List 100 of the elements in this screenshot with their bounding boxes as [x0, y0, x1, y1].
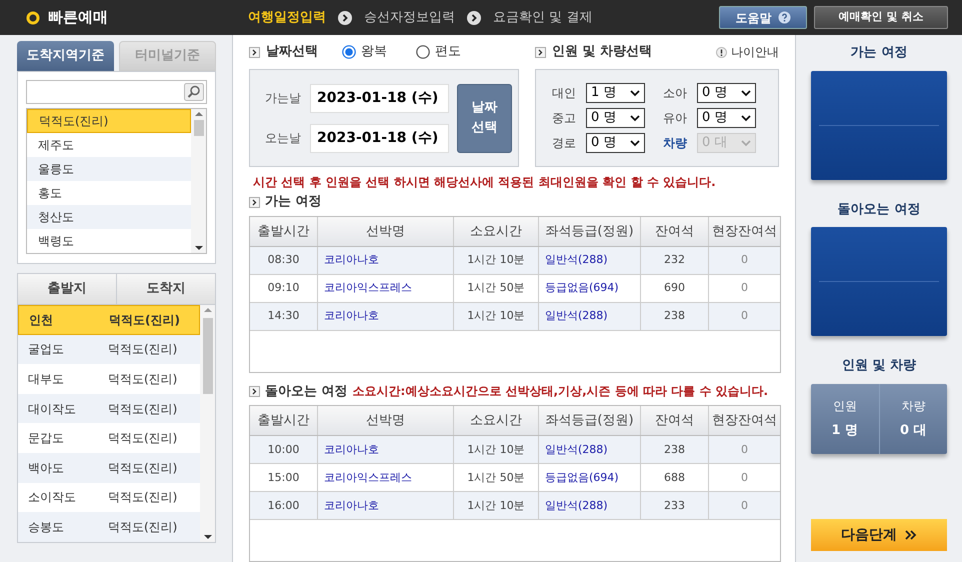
double-chevron-icon: [905, 530, 917, 540]
table-cell: 1시간 10분: [454, 247, 539, 274]
route-origin: 굴업도: [27, 341, 65, 358]
booking-check-button[interactable]: 예매확인 및 취소: [814, 6, 948, 29]
table-row[interactable]: 09:10 코리아익스프레스 1시간 50분 등급없음(694) 690 0: [250, 275, 780, 303]
field-label: 대인: [552, 85, 577, 102]
date-field[interactable]: 2023-01-18 (수): [310, 84, 449, 112]
chevron-circle-icon: [467, 10, 481, 24]
table-cell-text: 0: [740, 252, 749, 268]
table-cell: 14:30: [250, 303, 318, 330]
route-destination: 덕적도(진리): [109, 312, 181, 329]
field-label: 중고: [552, 110, 577, 127]
area-item[interactable]: 덕적도(진리): [27, 109, 191, 133]
table-row[interactable]: 15:00 코리아익스프레스 1시간 50분 등급없음(694) 688 0: [250, 464, 780, 492]
table-cell-text: 0: [740, 442, 749, 458]
column-header: 잔여석: [641, 406, 709, 436]
table-cell: 1시간 10분: [454, 436, 539, 464]
table-link[interactable]: 코리아익스프레스: [318, 464, 454, 492]
field-label: 경로: [552, 135, 577, 152]
route-row[interactable]: 대이작도 덕적도(진리): [18, 394, 200, 424]
count-label: 인원: [832, 398, 857, 415]
route-row[interactable]: 백아도 덕적도(진리): [18, 452, 200, 483]
count-select[interactable]: 0 명: [697, 83, 756, 103]
radio-option[interactable]: 왕복: [342, 42, 410, 62]
table-cell: 08:30: [250, 247, 318, 274]
count-select[interactable]: 1 명: [586, 83, 645, 103]
table-row[interactable]: 10:00 코리아나호 1시간 10분 일반석(288) 238 0: [250, 436, 780, 464]
route-destination: 덕적도(진리): [108, 370, 178, 388]
field-label: 소아: [663, 85, 688, 102]
section-title: 가는 여정: [265, 193, 322, 212]
table-link[interactable]: 코리아나호: [318, 303, 454, 330]
table-link[interactable]: 일반석(288): [539, 303, 641, 330]
column-header: 도착지: [117, 274, 215, 305]
column-header: 소요시간: [454, 406, 539, 436]
search-icon: [184, 83, 204, 101]
table-link[interactable]: 코리아나호: [318, 436, 454, 464]
tab[interactable]: 도착지역기준: [17, 41, 114, 71]
route-destination: 덕적도(진리): [108, 518, 178, 536]
route-row[interactable]: 굴업도 덕적도(진리): [18, 334, 200, 364]
column-header: 현장잔여석: [709, 406, 780, 436]
table-cell: 690: [641, 275, 709, 302]
table-cell-text: 0: [740, 280, 749, 296]
ring-icon: [26, 10, 40, 24]
field-label: 오는날: [265, 130, 301, 147]
table-link[interactable]: 일반석(288): [539, 492, 641, 520]
help-button[interactable]: 도움말: [719, 6, 807, 29]
table-cell: 233: [641, 492, 709, 520]
table-link[interactable]: 등급없음(694): [539, 464, 641, 492]
table-cell: 1시간 50분: [454, 275, 539, 302]
column-header: 출발시간: [250, 217, 318, 246]
count-value: 1 명: [831, 422, 858, 440]
column-header: 선박명: [318, 406, 454, 436]
table-cell: 1시간 10분: [454, 303, 539, 330]
table-row[interactable]: 14:30 코리아나호 1시간 10분 일반석(288) 238 0: [250, 303, 780, 331]
area-item[interactable]: 울릉도: [27, 157, 191, 181]
route-row[interactable]: 승봉도 덕적도(진리): [18, 512, 200, 542]
area-item[interactable]: 청산도: [27, 205, 191, 229]
route-origin: 인천: [28, 312, 54, 329]
chevron-circle-icon: [338, 10, 352, 24]
app-title: 빠른예매: [48, 7, 109, 28]
field-label: 차량: [663, 135, 688, 152]
table-link[interactable]: 코리아익스프레스: [318, 275, 454, 302]
table-cell: 15:00: [250, 464, 318, 492]
route-row[interactable]: 인천 덕적도(진리): [18, 305, 200, 335]
table-cell: 16:00: [250, 492, 318, 520]
date-field[interactable]: 2023-01-18 (수): [310, 124, 449, 152]
count-select[interactable]: 0 명: [586, 133, 645, 153]
column-header: 좌석등급(정원): [539, 406, 641, 436]
table-cell: 1시간 50분: [454, 464, 539, 492]
scrollbar[interactable]: [191, 109, 206, 253]
section-title: 돌아오는 여정: [265, 382, 348, 401]
step-label: 요금확인 및 결제: [493, 8, 592, 27]
column-header: 소요시간: [454, 217, 539, 246]
count-select[interactable]: 0 명: [586, 108, 645, 128]
count-select[interactable]: 0 명: [697, 108, 756, 128]
route-destination: 덕적도(진리): [108, 400, 178, 418]
chevron-right-icon: [249, 46, 260, 58]
scrollbar[interactable]: [200, 305, 215, 542]
radio-option[interactable]: 편도: [416, 42, 484, 62]
date-select-button[interactable]: 날짜 선택: [457, 84, 512, 152]
chevron-down-icon: [741, 114, 751, 122]
age-info-link[interactable]: 나이안내: [731, 43, 779, 61]
table-link[interactable]: 일반석(288): [539, 247, 641, 274]
table-row[interactable]: 16:00 코리아나호 1시간 10분 일반석(288) 233 0: [250, 492, 780, 520]
search-field[interactable]: [26, 80, 207, 104]
table-link[interactable]: 등급없음(694): [539, 275, 641, 302]
table-link[interactable]: 코리아나호: [318, 247, 454, 274]
step-label: 여행일정입력: [248, 8, 326, 27]
next-step-button[interactable]: 다음단계: [811, 519, 947, 551]
summary-title: 돌아오는 여정: [838, 200, 920, 218]
table-row[interactable]: 08:30 코리아나호 1시간 10분 일반석(288) 232 0: [250, 247, 780, 275]
table-link[interactable]: 일반석(288): [539, 436, 641, 464]
duration-note: 소요시간:예상소요시간으로 선박상태,기상,시즌 등에 따라 다를 수 있습니다.: [352, 383, 768, 400]
table-cell: 238: [641, 303, 709, 330]
chevron-down-icon: [630, 140, 640, 146]
column-header: 잔여석: [641, 217, 709, 246]
table-cell: 688: [641, 464, 709, 492]
route-origin: 대부도: [27, 370, 65, 388]
table-link[interactable]: 코리아나호: [318, 492, 454, 520]
table-cell: 09:10: [250, 275, 318, 302]
